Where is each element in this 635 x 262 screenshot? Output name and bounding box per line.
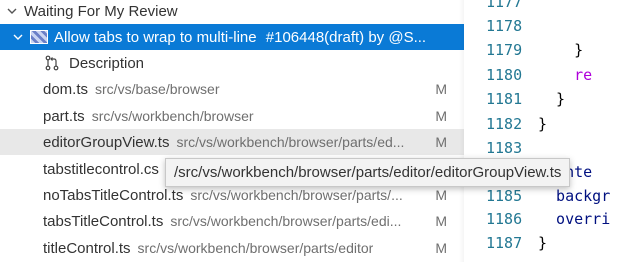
file-status: M	[435, 108, 447, 124]
code-line: 1178	[464, 17, 635, 41]
code-line: 1186 overri	[464, 210, 635, 234]
file-path: src/vs/workbench/browser/parts/editor	[137, 240, 374, 256]
line-number: 1179	[486, 41, 523, 59]
file-item[interactable]: tabsTitleControl.ts src/vs/workbench/bro…	[0, 208, 464, 234]
line-number: 1178	[486, 17, 523, 35]
file-path: src/vs/base/browser	[95, 81, 220, 97]
line-number: 1181	[486, 90, 523, 108]
file-status: M	[435, 134, 447, 150]
code-line: 1177	[464, 0, 635, 17]
file-item[interactable]: part.ts src/vs/workbench/browser M	[0, 103, 464, 129]
pull-request-icon	[43, 55, 61, 71]
pull-request-item[interactable]: Allow tabs to wrap to multi-line #106448…	[0, 24, 464, 50]
file-name: noTabsTitleControl.ts	[43, 186, 184, 204]
chevron-down-icon	[10, 31, 26, 43]
file-name: dom.ts	[43, 80, 89, 98]
line-number: 1183	[486, 139, 523, 157]
section-label: Waiting For My Review	[24, 2, 178, 20]
line-number: 1180	[486, 66, 523, 84]
chevron-down-icon	[4, 5, 20, 17]
file-name: tabsTitleControl.ts	[43, 212, 164, 230]
line-number: 1185	[486, 187, 523, 205]
code-text: }	[538, 234, 548, 252]
file-path: src/vs/workbench/browser	[91, 108, 254, 124]
pull-request-title: Allow tabs to wrap to multi-line	[54, 28, 257, 46]
code-line: 1181 }	[464, 90, 635, 114]
code-text: backgr	[538, 187, 611, 205]
file-name: titleControl.ts	[43, 239, 131, 257]
pr-tree-view: Waiting For My Review Allow tabs to wrap…	[0, 0, 464, 262]
code-text: overri	[538, 210, 611, 228]
code-line: 1187}	[464, 234, 635, 258]
file-status: M	[435, 187, 447, 203]
code-editor[interactable]: 1177 1178 1179 } 1180 re 1181 } 1182} 11…	[464, 0, 635, 262]
code-text: }	[538, 41, 584, 59]
file-status: M	[435, 81, 447, 97]
file-name: part.ts	[43, 107, 85, 125]
file-path-tooltip: /src/vs/workbench/browser/parts/editor/e…	[165, 158, 571, 187]
file-name: tabstitlecontrol.cs	[43, 160, 159, 178]
file-item[interactable]: editorGroupView.ts src/vs/workbench/brow…	[0, 129, 464, 155]
code-line: 1185 backgr	[464, 187, 635, 211]
file-status: M	[435, 213, 447, 229]
code-text: re	[538, 66, 593, 84]
line-number: 1186	[486, 210, 523, 228]
file-path: src/vs/workbench/browser/parts/edi...	[170, 213, 402, 229]
description-item[interactable]: Description	[0, 50, 464, 76]
line-number: 1182	[486, 115, 523, 133]
code-line: 1182}	[464, 115, 635, 139]
file-status: M	[435, 240, 447, 256]
description-label: Description	[69, 54, 145, 72]
author-avatar	[30, 30, 48, 44]
file-name: editorGroupView.ts	[43, 133, 170, 151]
file-path: src/vs/workbench/browser/parts/...	[190, 187, 403, 203]
code-text: }	[538, 90, 566, 108]
file-path: src/vs/workbench/browser/parts/ed...	[176, 134, 405, 150]
section-header-waiting-for-review[interactable]: Waiting For My Review	[0, 0, 464, 24]
code-text: }	[538, 115, 548, 133]
line-number: 1187	[486, 234, 523, 252]
line-number: 1177	[486, 0, 523, 11]
file-item[interactable]: dom.ts src/vs/base/browser M	[0, 76, 464, 102]
code-line: 1179 }	[464, 41, 635, 65]
tooltip-text: /src/vs/workbench/browser/parts/editor/e…	[174, 164, 562, 181]
file-item[interactable]: titleControl.ts src/vs/workbench/browser…	[0, 235, 464, 261]
pull-request-meta: #106448(draft) by @S...	[265, 28, 427, 46]
code-line: 1180 re	[464, 66, 635, 90]
